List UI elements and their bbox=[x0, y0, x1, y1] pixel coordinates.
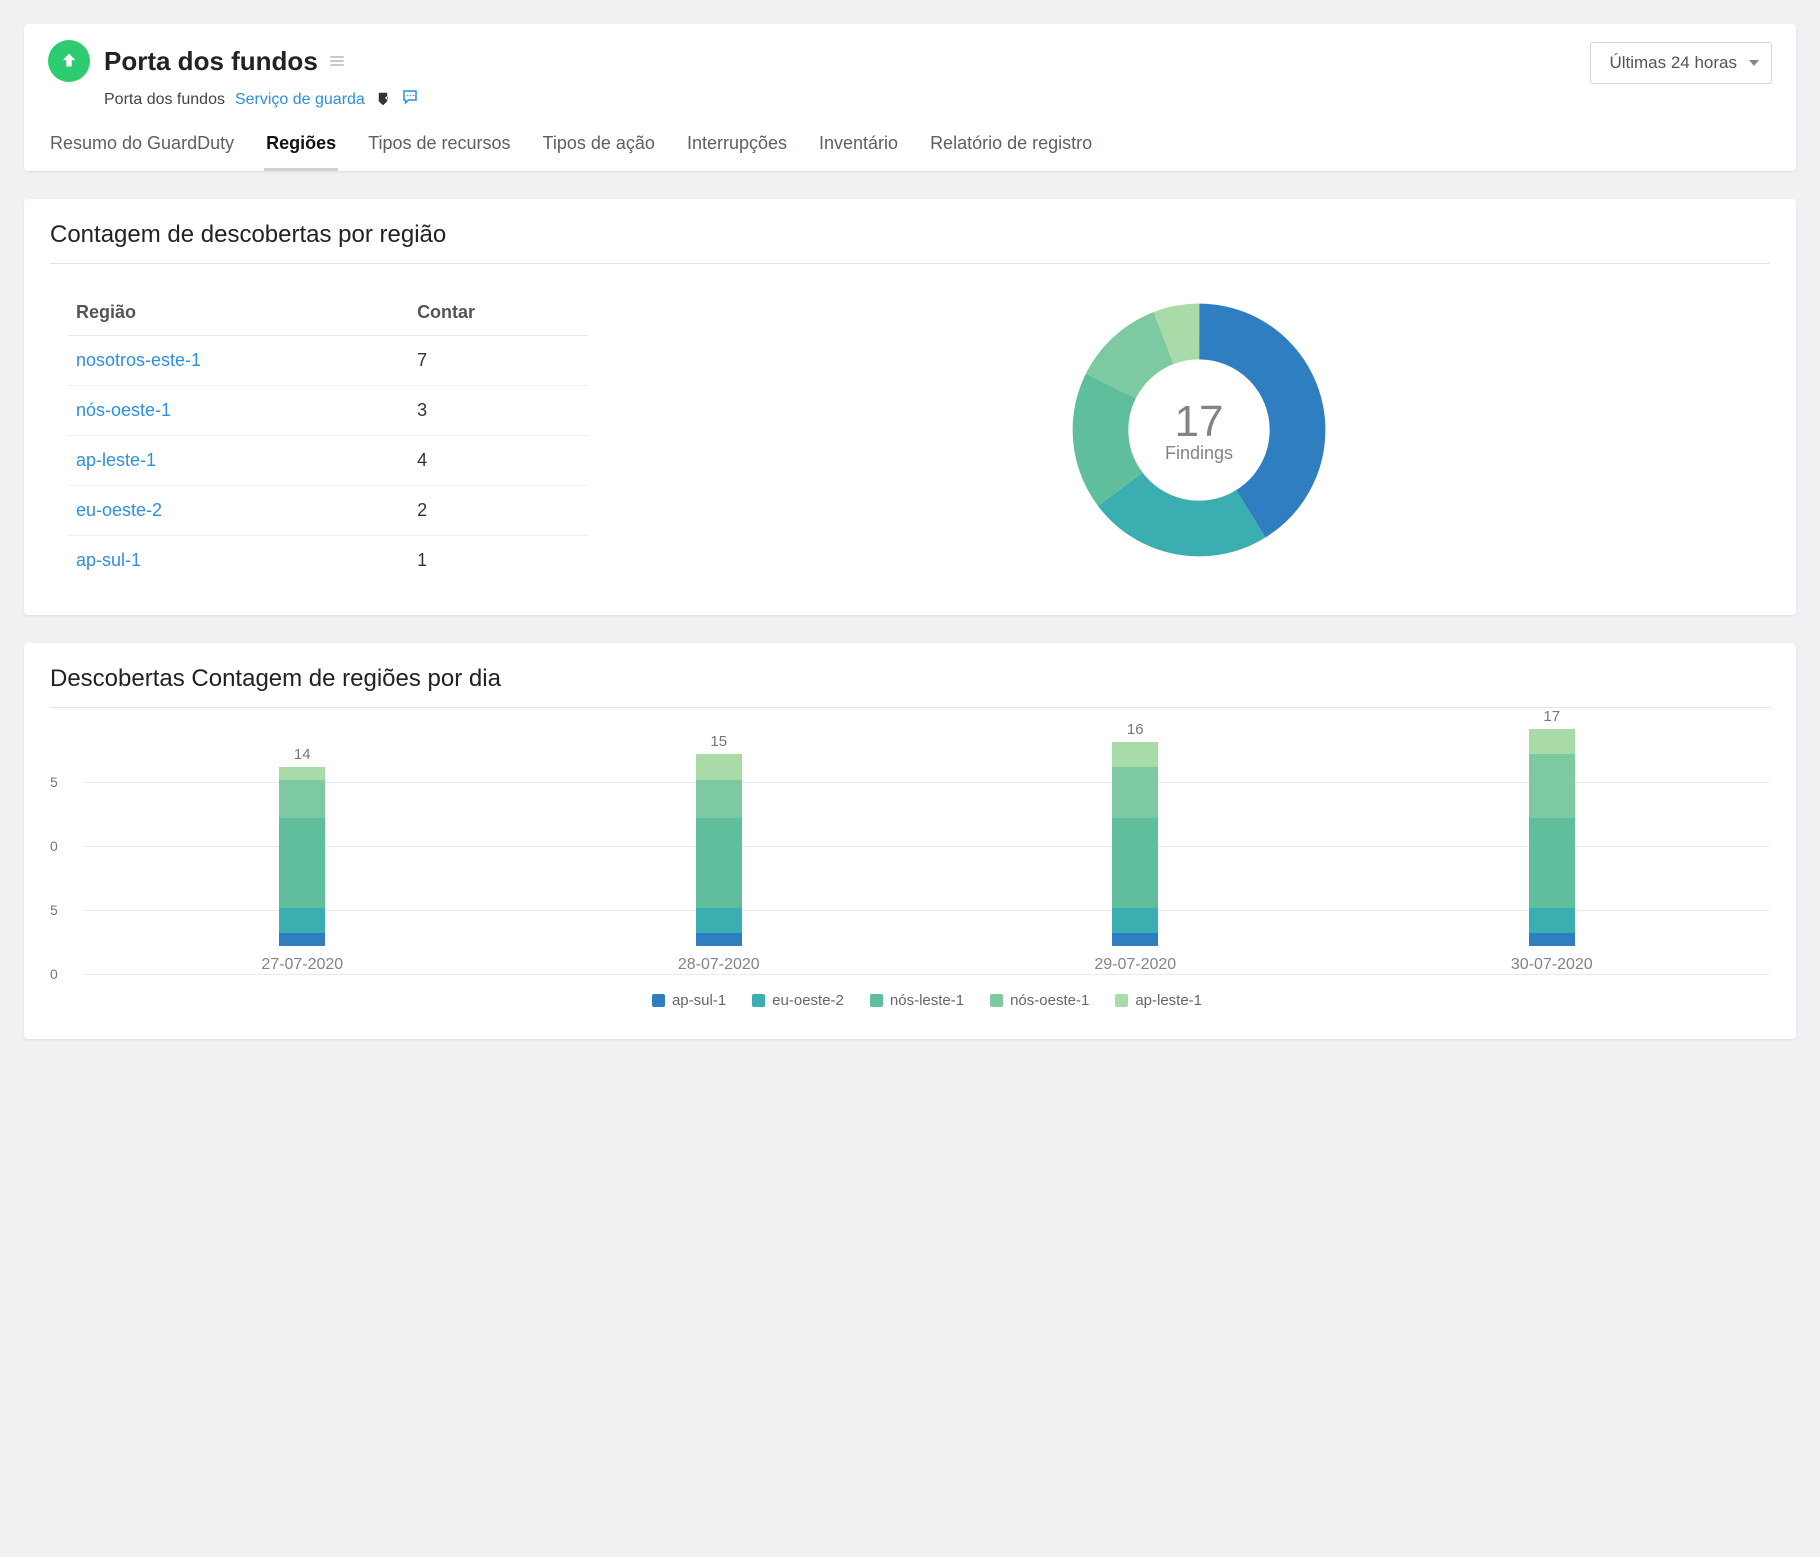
x-label: 29-07-2020 bbox=[1094, 956, 1176, 974]
bar-segment bbox=[1112, 742, 1158, 768]
card-title: Descobertas Contagem de regiões por dia bbox=[50, 665, 1770, 708]
card-title: Contagem de descobertas por região bbox=[50, 221, 1770, 264]
table-row: nosotros-este-1 7 bbox=[68, 336, 588, 386]
bar-chart: 0505 1427-07-20201528-07-20201629-07-202… bbox=[50, 734, 1770, 1009]
tab-action-types[interactable]: Tipos de ação bbox=[541, 133, 657, 171]
region-count: 2 bbox=[409, 486, 588, 536]
legend-swatch bbox=[752, 994, 765, 1007]
y-tick: 5 bbox=[50, 774, 58, 790]
region-count: 3 bbox=[409, 386, 588, 436]
y-tick: 0 bbox=[50, 966, 58, 982]
region-link[interactable]: ap-leste-1 bbox=[76, 450, 156, 470]
legend-label: eu-oeste-2 bbox=[772, 992, 844, 1009]
breadcrumb: Porta dos fundos Serviço de guarda bbox=[104, 88, 1772, 111]
legend-label: nós-oeste-1 bbox=[1010, 992, 1089, 1009]
bar-segment bbox=[1529, 908, 1575, 934]
bar-segment bbox=[1112, 933, 1158, 946]
legend-item: ap-leste-1 bbox=[1115, 992, 1202, 1009]
legend-item: nós-leste-1 bbox=[870, 992, 964, 1009]
comment-icon[interactable] bbox=[401, 88, 419, 111]
table-row: eu-oeste-2 2 bbox=[68, 486, 588, 536]
chart-legend: ap-sul-1 eu-oeste-2 nós-leste-1 nós-oeste-1… bbox=[84, 992, 1770, 1009]
bar-total-label: 15 bbox=[710, 733, 727, 750]
bar-segment bbox=[279, 780, 325, 818]
region-link[interactable]: eu-oeste-2 bbox=[76, 500, 162, 520]
app-icon bbox=[48, 40, 90, 82]
tab-resource-types[interactable]: Tipos de recursos bbox=[366, 133, 512, 171]
bar-segment bbox=[1529, 818, 1575, 907]
bar-total-label: 14 bbox=[294, 746, 311, 763]
region-link[interactable]: ap-sul-1 bbox=[76, 550, 141, 570]
legend-item: nós-oeste-1 bbox=[990, 992, 1089, 1009]
table-row: ap-leste-1 4 bbox=[68, 436, 588, 486]
bar-segment bbox=[1112, 908, 1158, 934]
bar-segment bbox=[1112, 767, 1158, 818]
donut-label: Findings bbox=[1165, 443, 1233, 464]
tab-inventory[interactable]: Inventário bbox=[817, 133, 900, 171]
legend-label: nós-leste-1 bbox=[890, 992, 964, 1009]
page-title: Porta dos fundos bbox=[104, 46, 318, 77]
tag-icon[interactable] bbox=[375, 89, 391, 110]
region-count: 1 bbox=[409, 536, 588, 586]
daily-findings-card: Descobertas Contagem de regiões por dia … bbox=[24, 643, 1796, 1039]
bar-segment bbox=[279, 818, 325, 907]
tab-regions[interactable]: Regiões bbox=[264, 133, 338, 171]
legend-item: ap-sul-1 bbox=[652, 992, 726, 1009]
region-findings-card: Contagem de descobertas por região Regiã… bbox=[24, 199, 1796, 615]
x-label: 27-07-2020 bbox=[261, 956, 343, 974]
bar-total-label: 17 bbox=[1543, 708, 1560, 725]
bar-segment bbox=[279, 933, 325, 946]
header-card: Porta dos fundos Últimas 24 horas Porta … bbox=[24, 24, 1796, 171]
tab-reg-report[interactable]: Relatório de registro bbox=[928, 133, 1094, 171]
y-tick: 0 bbox=[50, 838, 58, 854]
x-label: 30-07-2020 bbox=[1511, 956, 1593, 974]
bar-column: 17 30-07-2020 bbox=[1368, 708, 1735, 974]
table-row: nós-oeste-1 3 bbox=[68, 386, 588, 436]
y-tick: 5 bbox=[50, 902, 58, 918]
legend-swatch bbox=[990, 994, 1003, 1007]
region-count: 4 bbox=[409, 436, 588, 486]
legend-label: ap-sul-1 bbox=[672, 992, 726, 1009]
bar-segment bbox=[1112, 818, 1158, 907]
bar-segment bbox=[696, 933, 742, 946]
region-link[interactable]: nós-oeste-1 bbox=[76, 400, 171, 420]
legend-swatch bbox=[870, 994, 883, 1007]
bar-segment bbox=[279, 908, 325, 934]
region-link[interactable]: nosotros-este-1 bbox=[76, 350, 201, 370]
bar-segment bbox=[279, 767, 325, 780]
tabs: Resumo do GuardDuty Regiões Tipos de recur… bbox=[48, 133, 1772, 171]
donut-total: 17 bbox=[1165, 397, 1233, 447]
menu-icon[interactable] bbox=[330, 54, 344, 68]
bar-segment bbox=[696, 818, 742, 907]
bar-segment bbox=[1529, 729, 1575, 755]
tab-disruptions[interactable]: Interrupções bbox=[685, 133, 789, 171]
table-row: ap-sul-1 1 bbox=[68, 536, 588, 586]
bar-column: 16 29-07-2020 bbox=[952, 721, 1319, 974]
bar-column: 14 27-07-2020 bbox=[119, 746, 486, 974]
bar-segment bbox=[1529, 933, 1575, 946]
x-label: 28-07-2020 bbox=[678, 956, 760, 974]
legend-swatch bbox=[652, 994, 665, 1007]
arrow-up-icon bbox=[58, 50, 80, 72]
bar-segment bbox=[696, 754, 742, 780]
bar-column: 15 28-07-2020 bbox=[535, 733, 902, 974]
legend-item: eu-oeste-2 bbox=[752, 992, 844, 1009]
region-count: 7 bbox=[409, 336, 588, 386]
col-count: Contar bbox=[409, 290, 588, 336]
bar-segment bbox=[1529, 754, 1575, 818]
legend-label: ap-leste-1 bbox=[1135, 992, 1202, 1009]
time-range-select[interactable]: Últimas 24 horas bbox=[1590, 42, 1772, 84]
bar-total-label: 16 bbox=[1127, 721, 1144, 738]
region-table: Região Contar nosotros-este-17nós-oeste-… bbox=[68, 290, 588, 585]
legend-swatch bbox=[1115, 994, 1128, 1007]
col-region: Região bbox=[68, 290, 409, 336]
donut-chart: 17 Findings bbox=[628, 290, 1770, 570]
breadcrumb-current: Porta dos fundos bbox=[104, 91, 225, 109]
breadcrumb-link[interactable]: Serviço de guarda bbox=[235, 91, 365, 109]
bar-segment bbox=[696, 780, 742, 818]
tab-summary[interactable]: Resumo do GuardDuty bbox=[48, 133, 236, 171]
bar-segment bbox=[696, 908, 742, 934]
